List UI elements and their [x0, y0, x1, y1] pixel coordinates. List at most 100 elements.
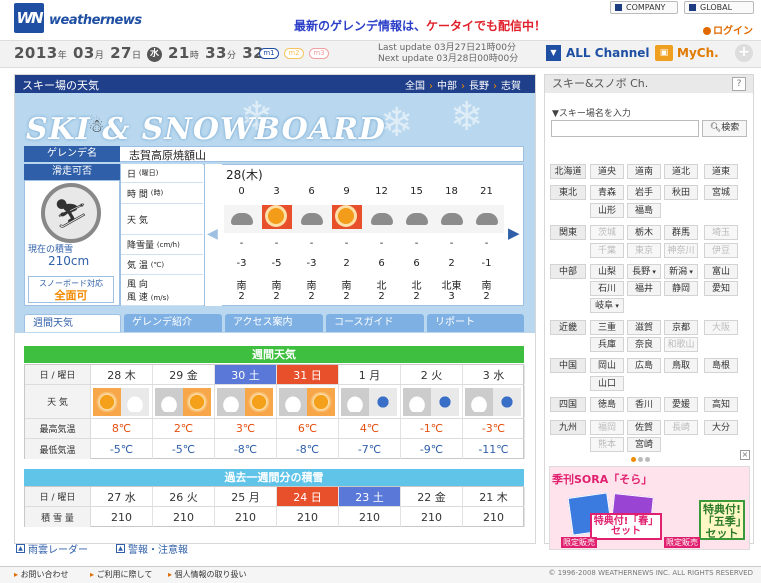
rain-radar-link[interactable]: ▲ 雨雲レーダー [16, 541, 88, 556]
prefecture-link[interactable]: 静岡 [664, 281, 698, 296]
prefecture-link[interactable]: 福井 [627, 281, 661, 296]
month: 03 [73, 44, 95, 62]
weathernews-logo[interactable]: WN [14, 3, 44, 33]
carousel-dot[interactable] [631, 457, 636, 462]
prefecture-link[interactable]: 奈良 [627, 337, 661, 352]
region-5[interactable]: 中部 [550, 264, 586, 279]
prefecture-link[interactable]: 福岡 [590, 420, 624, 435]
all-channel-tab[interactable]: ▼ ALL Channel [546, 43, 650, 63]
global-button[interactable]: GLOBAL [684, 1, 754, 14]
prefecture-link[interactable]: 群馬 [664, 225, 698, 240]
prefecture-link[interactable]: 長崎 [664, 420, 698, 435]
prefecture-link[interactable]: 鳥取 [664, 358, 698, 373]
weekly-low-temp: -5℃ [153, 439, 215, 459]
region-3[interactable]: 関東 [550, 225, 586, 240]
prefecture-link[interactable]: 岡山 [590, 358, 624, 373]
prefecture-link[interactable]: 秋田 [664, 185, 698, 200]
weekly-lo-label: 最低気温 [25, 439, 91, 459]
mych-tab[interactable]: ▣ MyCh. [655, 43, 731, 63]
prefecture-link[interactable]: 道央 [590, 164, 624, 179]
footer-privacy-link[interactable]: 個人情報の取り扱い [168, 569, 247, 580]
footer-contact-link[interactable]: お問い合わせ [14, 569, 69, 580]
prefecture-link[interactable]: 埼玉 [704, 225, 738, 240]
prefecture-link[interactable]: 大分 [704, 420, 738, 435]
help-icon[interactable]: ? [732, 77, 746, 91]
prefecture-link[interactable]: 長野 [627, 264, 661, 279]
snow-history-value: 210 [339, 507, 401, 527]
prev-arrow-icon[interactable]: ◀ [207, 226, 218, 242]
breadcrumb-national[interactable]: 全国 [405, 81, 425, 92]
prefecture-link[interactable]: 岐阜 [590, 298, 624, 313]
prefecture-link[interactable]: 伊豆 [704, 243, 738, 258]
prefecture-link[interactable]: 滋賀 [627, 320, 661, 335]
breadcrumb-chubu[interactable]: 中部 [437, 81, 457, 92]
prefecture-link[interactable]: 新潟 [664, 264, 698, 279]
prefecture-link[interactable]: 茨城 [590, 225, 624, 240]
prefecture-link[interactable]: 富山 [704, 264, 738, 279]
prefecture-link[interactable]: 栃木 [627, 225, 661, 240]
prefecture-link[interactable]: 佐賀 [627, 420, 661, 435]
breadcrumb-shiga[interactable]: 志賀 [501, 81, 521, 92]
prefecture-link[interactable]: 山梨 [590, 264, 624, 279]
prefecture-link[interactable]: 熊本 [590, 437, 624, 452]
footer-terms-link[interactable]: ご利用に際して [90, 569, 153, 580]
prefecture-link[interactable]: 宮城 [704, 185, 738, 200]
prefecture-link[interactable]: 京都 [664, 320, 698, 335]
m2-button[interactable]: m2 [284, 48, 304, 59]
close-icon[interactable]: × [740, 450, 750, 460]
prefecture-link[interactable]: 道南 [627, 164, 661, 179]
m3-button[interactable]: m3 [309, 48, 329, 59]
prefecture-link[interactable]: 道東 [704, 164, 738, 179]
prefecture-link[interactable]: 福島 [627, 203, 661, 218]
prefecture-link[interactable]: 千葉 [590, 243, 624, 258]
prefecture-link[interactable]: 大阪 [704, 320, 738, 335]
tab-report[interactable]: リポート [427, 314, 524, 332]
prefecture-link[interactable]: 宮崎 [627, 437, 661, 452]
region-13[interactable]: 九州 [550, 420, 586, 435]
prefecture-link[interactable]: 香川 [627, 397, 661, 412]
prefecture-link[interactable]: 山口 [590, 376, 624, 391]
prefecture-link[interactable]: 神奈川 [664, 243, 698, 258]
region-8[interactable]: 近畿 [550, 320, 586, 335]
prefecture-link[interactable]: 岩手 [627, 185, 661, 200]
prefecture-link[interactable]: 兵庫 [590, 337, 624, 352]
region-1[interactable]: 東北 [550, 185, 586, 200]
snow-history-day: 22 金 [401, 487, 463, 506]
warnings-link[interactable]: ▲ 警報・注意報 [116, 541, 188, 556]
carousel-dot[interactable] [638, 457, 643, 462]
region-10[interactable]: 中国 [550, 358, 586, 373]
company-button[interactable]: COMPANY [610, 1, 678, 14]
ski-search-button[interactable]: 🔍︎検索 [702, 120, 747, 137]
login-link[interactable]: ログイン [703, 22, 753, 37]
prefecture-link[interactable]: 山形 [590, 203, 624, 218]
weathernews-wordmark[interactable]: weathernews [49, 13, 142, 28]
region-0[interactable]: 北海道 [550, 164, 586, 179]
prefecture-link[interactable]: 和歌山 [664, 337, 698, 352]
prefecture-link[interactable]: 愛知 [704, 281, 738, 296]
prefecture-link[interactable]: 東京 [627, 243, 661, 258]
prefecture-link[interactable]: 愛媛 [664, 397, 698, 412]
add-channel-button[interactable]: + [735, 44, 753, 62]
promo-banner[interactable]: 最新のゲレンデ情報は、ケータイでも配信中！ [294, 17, 546, 34]
tab-access[interactable]: アクセス案内 [225, 314, 323, 332]
next-arrow-icon[interactable]: ▶ [508, 224, 520, 242]
year-unit: 年 [57, 51, 68, 61]
carousel-dot[interactable] [645, 457, 650, 462]
prefecture-link[interactable]: 道北 [664, 164, 698, 179]
prefecture-link[interactable]: 広島 [627, 358, 661, 373]
region-12[interactable]: 四国 [550, 397, 586, 412]
tab-course-guide[interactable]: コースガイド [326, 314, 424, 332]
tab-gelande-intro[interactable]: ゲレンデ紹介 [124, 314, 222, 332]
prefecture-link[interactable]: 三重 [590, 320, 624, 335]
m1-button[interactable]: m1 [259, 48, 279, 59]
breadcrumb-nagano[interactable]: 長野 [469, 81, 489, 92]
prefecture-link[interactable]: 島根 [704, 358, 738, 373]
tab-weekly[interactable]: 週間天気 [24, 314, 121, 332]
prefecture-link[interactable]: 石川 [590, 281, 624, 296]
prefecture-link[interactable]: 徳島 [590, 397, 624, 412]
prefecture-link[interactable]: 高知 [704, 397, 738, 412]
label-sub: (時) [150, 189, 164, 197]
hourly-wind-speed: 2 [308, 291, 315, 302]
prefecture-link[interactable]: 青森 [590, 185, 624, 200]
ski-search-input[interactable] [551, 120, 699, 137]
